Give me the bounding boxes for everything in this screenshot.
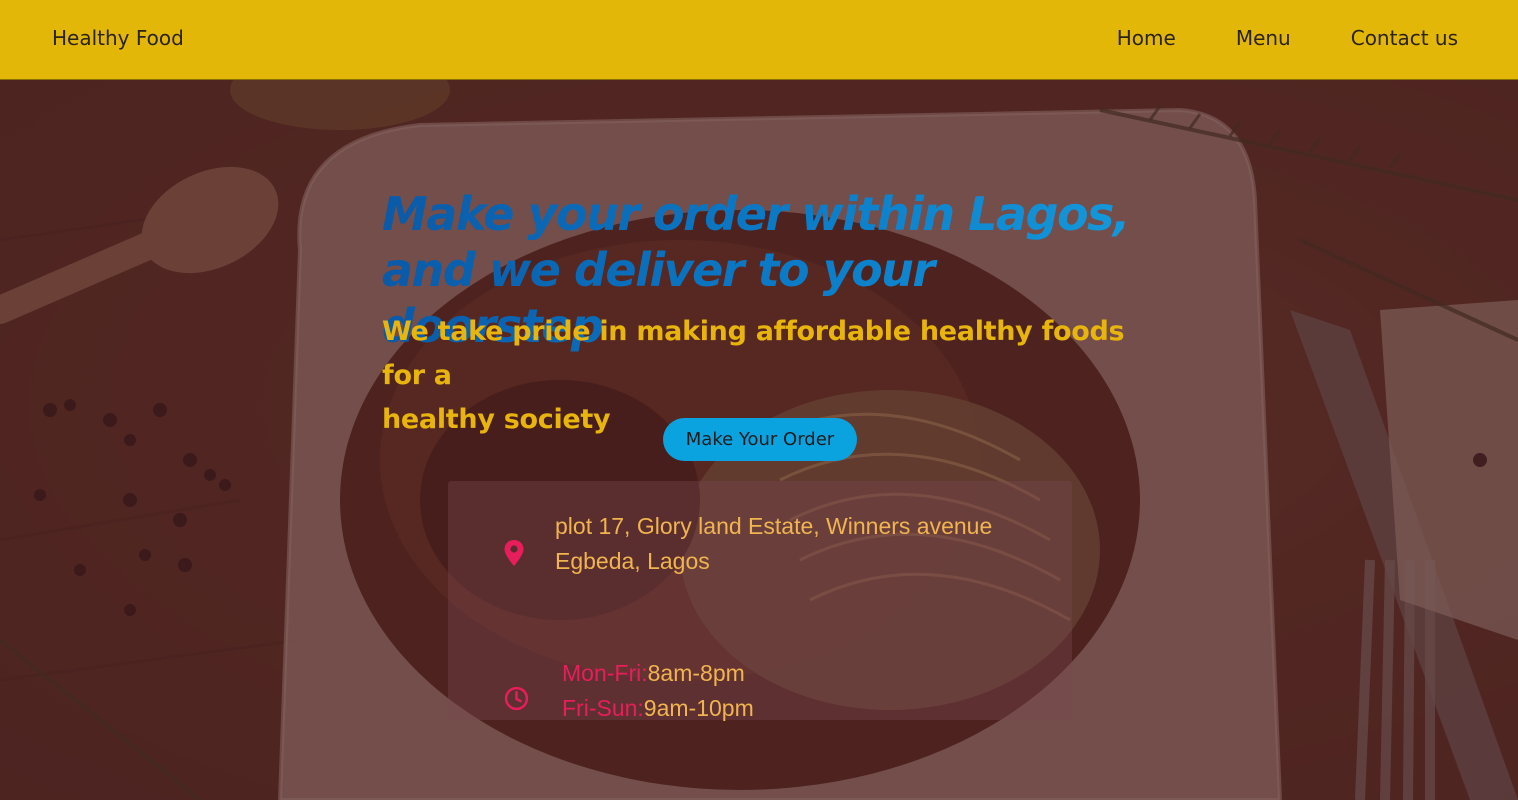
address-line-1: plot 17, Glory land Estate, Winners aven… xyxy=(555,513,993,539)
hours-days-label: Mon-Fri: xyxy=(562,660,648,686)
make-your-order-button[interactable]: Make Your Order xyxy=(663,418,857,461)
hero-subheadline-line-2: healthy society xyxy=(382,404,611,435)
nav-links: Home Menu Contact us xyxy=(1117,26,1458,50)
nav-link-home[interactable]: Home xyxy=(1117,26,1176,50)
hero-subheadline-line-1: We take pride in making affordable healt… xyxy=(382,316,1125,391)
address-text: plot 17, Glory land Estate, Winners aven… xyxy=(555,509,1055,579)
top-navbar: Healthy Food Home Menu Contact us xyxy=(0,0,1518,80)
opening-hours: Mon-Fri:8am-8pm Fri-Sun:9am-10pm xyxy=(562,656,962,726)
hero-headline-line-1: Make your order within Lagos, xyxy=(382,187,1129,241)
landing-page: Healthy Food Home Menu Contact us Make y… xyxy=(0,0,1518,800)
hours-time-value: 8am-8pm xyxy=(647,660,745,686)
hours-row-weekend: Fri-Sun:9am-10pm xyxy=(562,691,962,726)
brand-logo-link[interactable]: Healthy Food xyxy=(52,26,184,50)
nav-link-contact-us[interactable]: Contact us xyxy=(1351,26,1458,50)
nav-link-menu[interactable]: Menu xyxy=(1236,26,1291,50)
clock-icon xyxy=(504,686,529,711)
hours-days-label: Fri-Sun: xyxy=(562,695,644,721)
location-pin-icon xyxy=(504,540,524,566)
address-line-2: Egbeda, Lagos xyxy=(555,548,710,574)
hours-row-weekdays: Mon-Fri:8am-8pm xyxy=(562,656,962,691)
hours-time-value: 9am-10pm xyxy=(643,695,754,721)
